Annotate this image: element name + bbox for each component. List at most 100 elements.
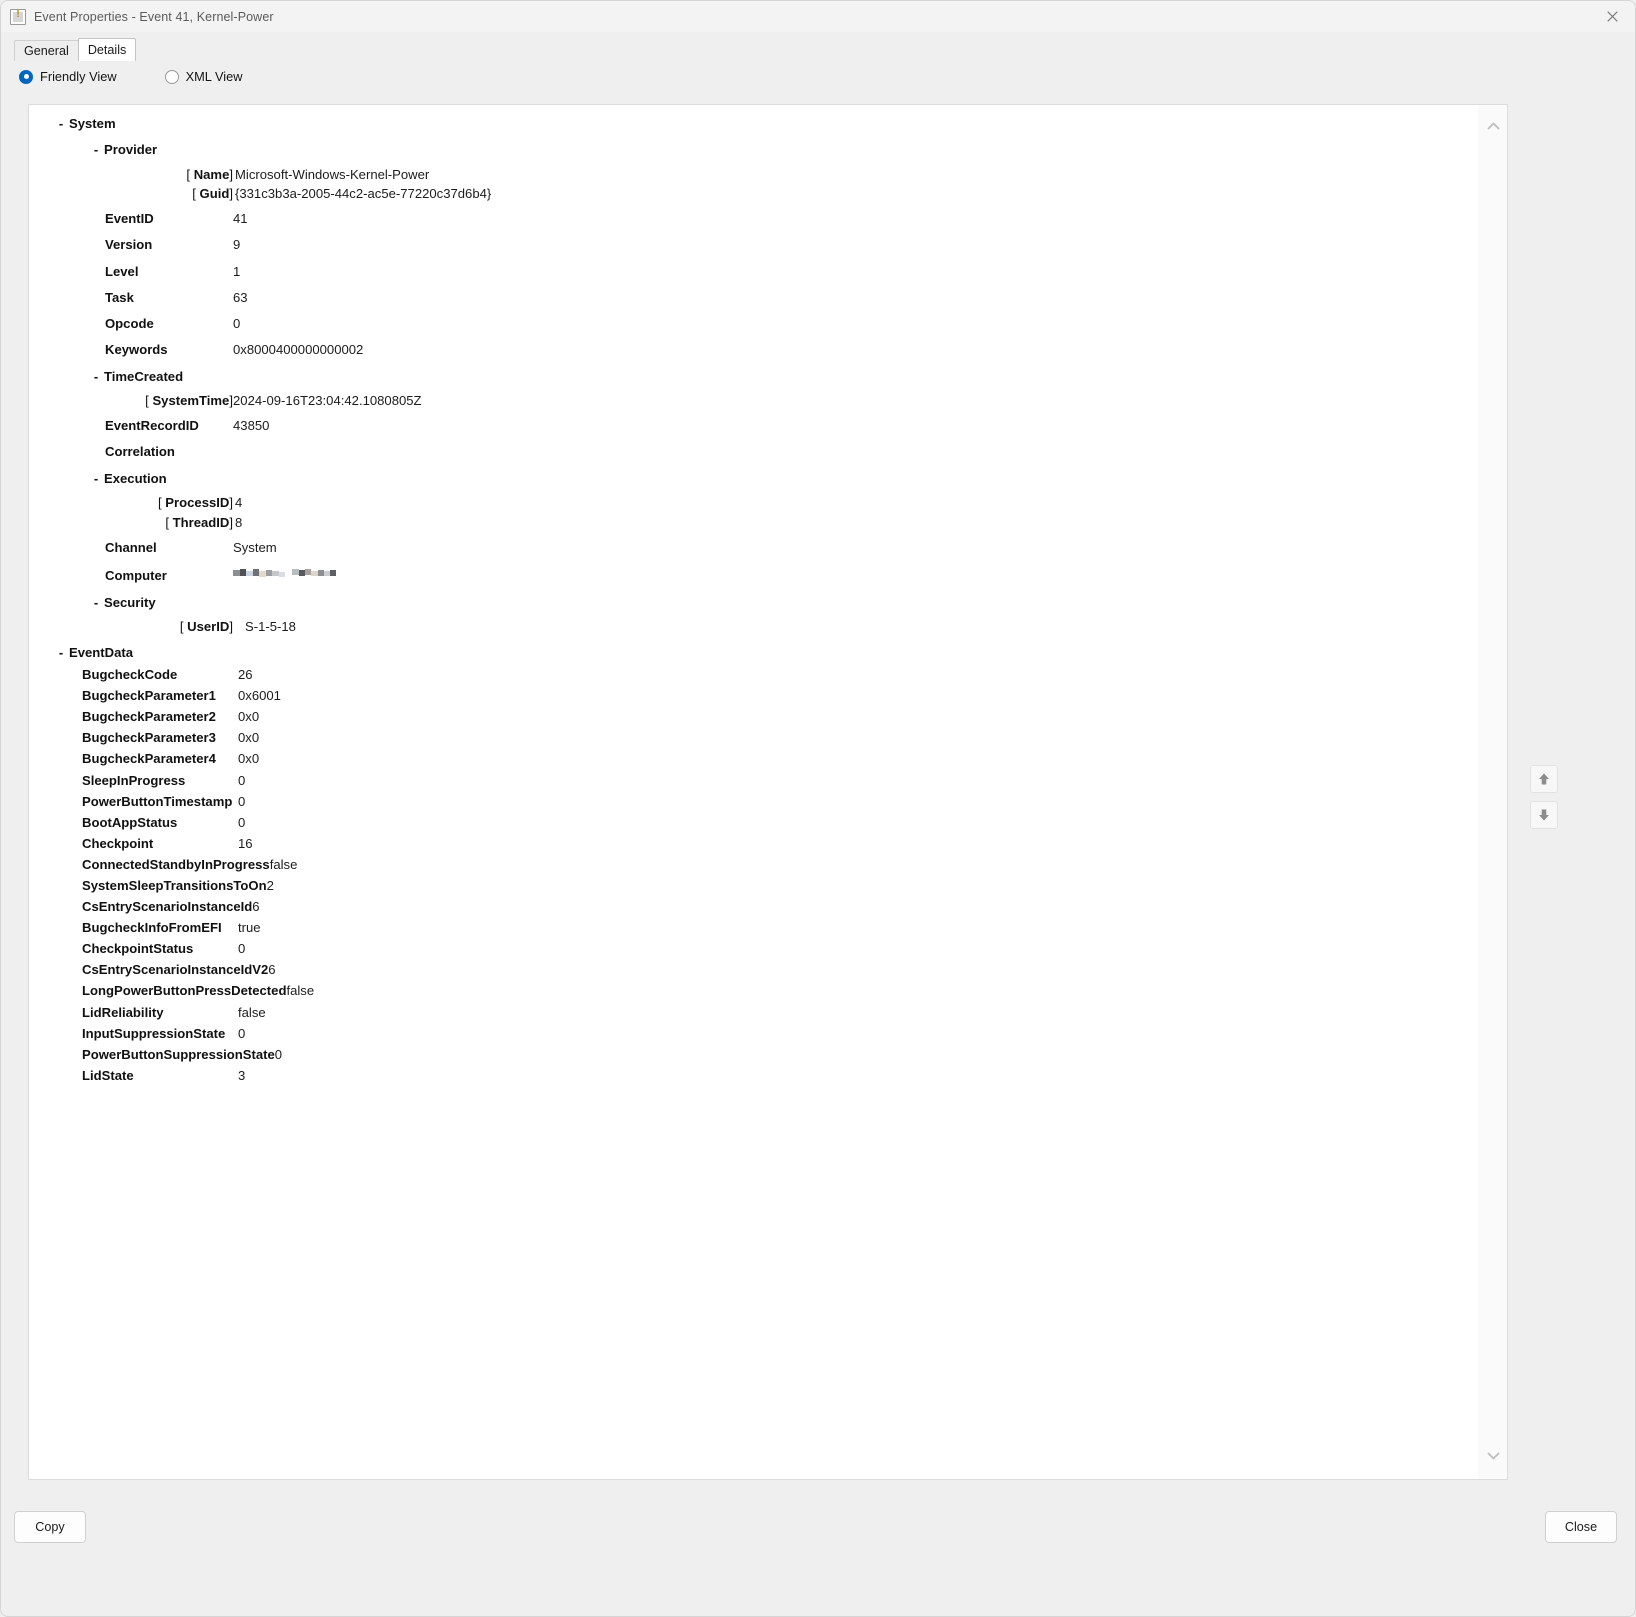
chevron-up-icon[interactable] [1478,111,1507,141]
attr-row: [ UserID] S-1-5-18 [179,618,296,634]
titlebar: Event Properties - Event 41, Kernel-Powe… [1,1,1635,32]
detail-row: Opcode 0 [29,317,1478,330]
eventdata-value: 0x0 [238,751,260,767]
eventdata-row: BugcheckParameter2 0x0 [29,710,1478,723]
detail-value: System [233,539,277,555]
detail-row-computer: Computer [29,567,1478,582]
attr-name: UserID [187,618,230,634]
copy-button[interactable]: Copy [14,1511,86,1543]
eventdata-row: CsEntryScenarioInstanceIdV2 6 [29,963,1478,976]
radio-friendly-view[interactable]: Friendly View [19,69,117,84]
eventdata-label: BugcheckParameter4 [82,751,216,767]
tree-group-timecreated[interactable]: - TimeCreated [29,370,1478,383]
eventdata-row: PowerButtonSuppressionState 0 [29,1048,1478,1061]
event-navigation [1530,765,1558,837]
tree-group-execution[interactable]: - Execution [29,472,1478,485]
collapse-icon[interactable]: - [88,472,104,485]
event-properties-icon [10,8,26,25]
radio-indicator-friendly[interactable] [19,69,33,84]
eventdata-row: InputSuppressionState 0 [29,1027,1478,1040]
eventdata-label: InputSuppressionState [82,1025,226,1041]
chevron-down-icon[interactable] [1478,1441,1507,1471]
eventdata-row: BugcheckCode 26 [29,668,1478,681]
eventdata-row: ConnectedStandbyInProgress false [29,858,1478,871]
detail-row: EventID 41 [29,212,1478,225]
tree-group-label: Provider [104,142,158,158]
previous-event-button[interactable] [1530,765,1558,793]
radio-indicator-xml[interactable] [164,69,179,84]
eventdata-label: PowerButtonSuppressionState [82,1046,275,1062]
eventdata-label: SystemSleepTransitionsToOn [82,878,267,893]
detail-label: Computer [105,567,167,583]
attr-name: ProcessID [165,495,230,511]
detail-row: Correlation [29,445,1478,458]
detail-row: Task 63 [29,291,1478,304]
eventdata-value: 6 [252,899,260,915]
detail-label: Keywords [105,341,168,357]
eventdata-value: 0 [238,1025,246,1041]
attr-row: [ ThreadID] 8 [165,514,243,530]
collapse-icon[interactable]: - [88,370,104,383]
eventdata-row: CsEntryScenarioInstanceId 6 [29,900,1478,913]
redacted-computer-name [233,567,336,580]
tree-group-label: TimeCreated [104,368,184,384]
detail-row: Level 1 [29,264,1478,277]
eventdata-label: CsEntryScenarioInstanceIdV2 [82,962,269,978]
detail-label: Opcode [105,315,154,331]
eventdata-value: false [238,1004,266,1020]
eventdata-label: BugcheckParameter2 [82,709,216,725]
eventdata-row: SystemSleepTransitionsToOn 2 [29,879,1478,892]
tab-general[interactable]: General [14,40,79,61]
next-event-button[interactable] [1530,801,1558,829]
attr-name: Guid [199,186,230,202]
eventdata-value: 26 [238,667,253,683]
tree-group-label: System [69,116,116,131]
tabstrip: General Details [14,38,137,61]
detail-value: 0x8000400000000002 [233,341,364,357]
attr-name: ThreadID [172,514,230,530]
eventdata-label: Checkpoint [82,835,154,851]
tree-group-provider[interactable]: - Provider [29,143,1478,156]
eventdata-value: false [286,983,315,999]
attr-value: Microsoft-Windows-Kernel-Power [235,167,430,183]
tree-group-system[interactable]: - System [29,117,1478,130]
close-button[interactable]: Close [1545,1511,1617,1543]
tree-group-security[interactable]: - Security [29,596,1478,609]
attr-row: [ Guid] {331c3b3a-2005-44c2-ac5e-77220c3… [192,186,492,202]
tree-group-eventdata[interactable]: - EventData [29,646,1478,659]
eventdata-value: 0 [238,772,246,788]
eventdata-row: BootAppStatus 0 [29,816,1478,829]
close-icon[interactable] [1589,1,1635,32]
eventdata-value: 0 [238,793,246,809]
collapse-icon[interactable]: - [53,646,69,659]
tree-group-label: Execution [104,471,167,487]
eventdata-row: LidReliability false [29,1004,1478,1020]
eventdata-value: 0x0 [238,709,260,725]
detail-row: Channel System [29,539,1478,555]
tab-details[interactable]: Details [77,38,137,61]
eventdata-row: Checkpoint 16 [29,837,1478,850]
attr-row: [ ProcessID] 4 [158,495,243,511]
radio-xml-view[interactable]: XML View [164,69,243,84]
attr-name: SystemTime [152,393,230,409]
eventdata-label: CheckpointStatus [82,941,194,957]
eventdata-label: LidState [82,1067,134,1083]
eventdata-row: SleepInProgress 0 [29,772,1478,788]
eventdata-row: BugcheckParameter1 0x6001 [29,689,1478,702]
collapse-icon[interactable]: - [53,117,69,130]
eventdata-value: 0 [274,1046,283,1062]
detail-row: Keywords 0x8000400000000002 [29,343,1478,356]
collapse-icon[interactable]: - [88,596,104,609]
attr-value: 8 [235,514,243,530]
eventdata-value: 2 [266,878,274,893]
radio-label-xml: XML View [185,69,243,84]
details-scrollbar[interactable] [1477,105,1507,1479]
eventdata-value: 0 [238,814,246,830]
eventdata-row: CheckpointStatus 0 [29,942,1478,955]
eventdata-label: BugcheckInfoFromEFI [82,920,222,936]
detail-label: Correlation [105,444,175,460]
eventdata-value: true [238,920,261,936]
eventdata-value: 0x0 [238,730,260,746]
collapse-icon[interactable]: - [88,143,104,156]
arrow-down-icon [1539,809,1549,821]
